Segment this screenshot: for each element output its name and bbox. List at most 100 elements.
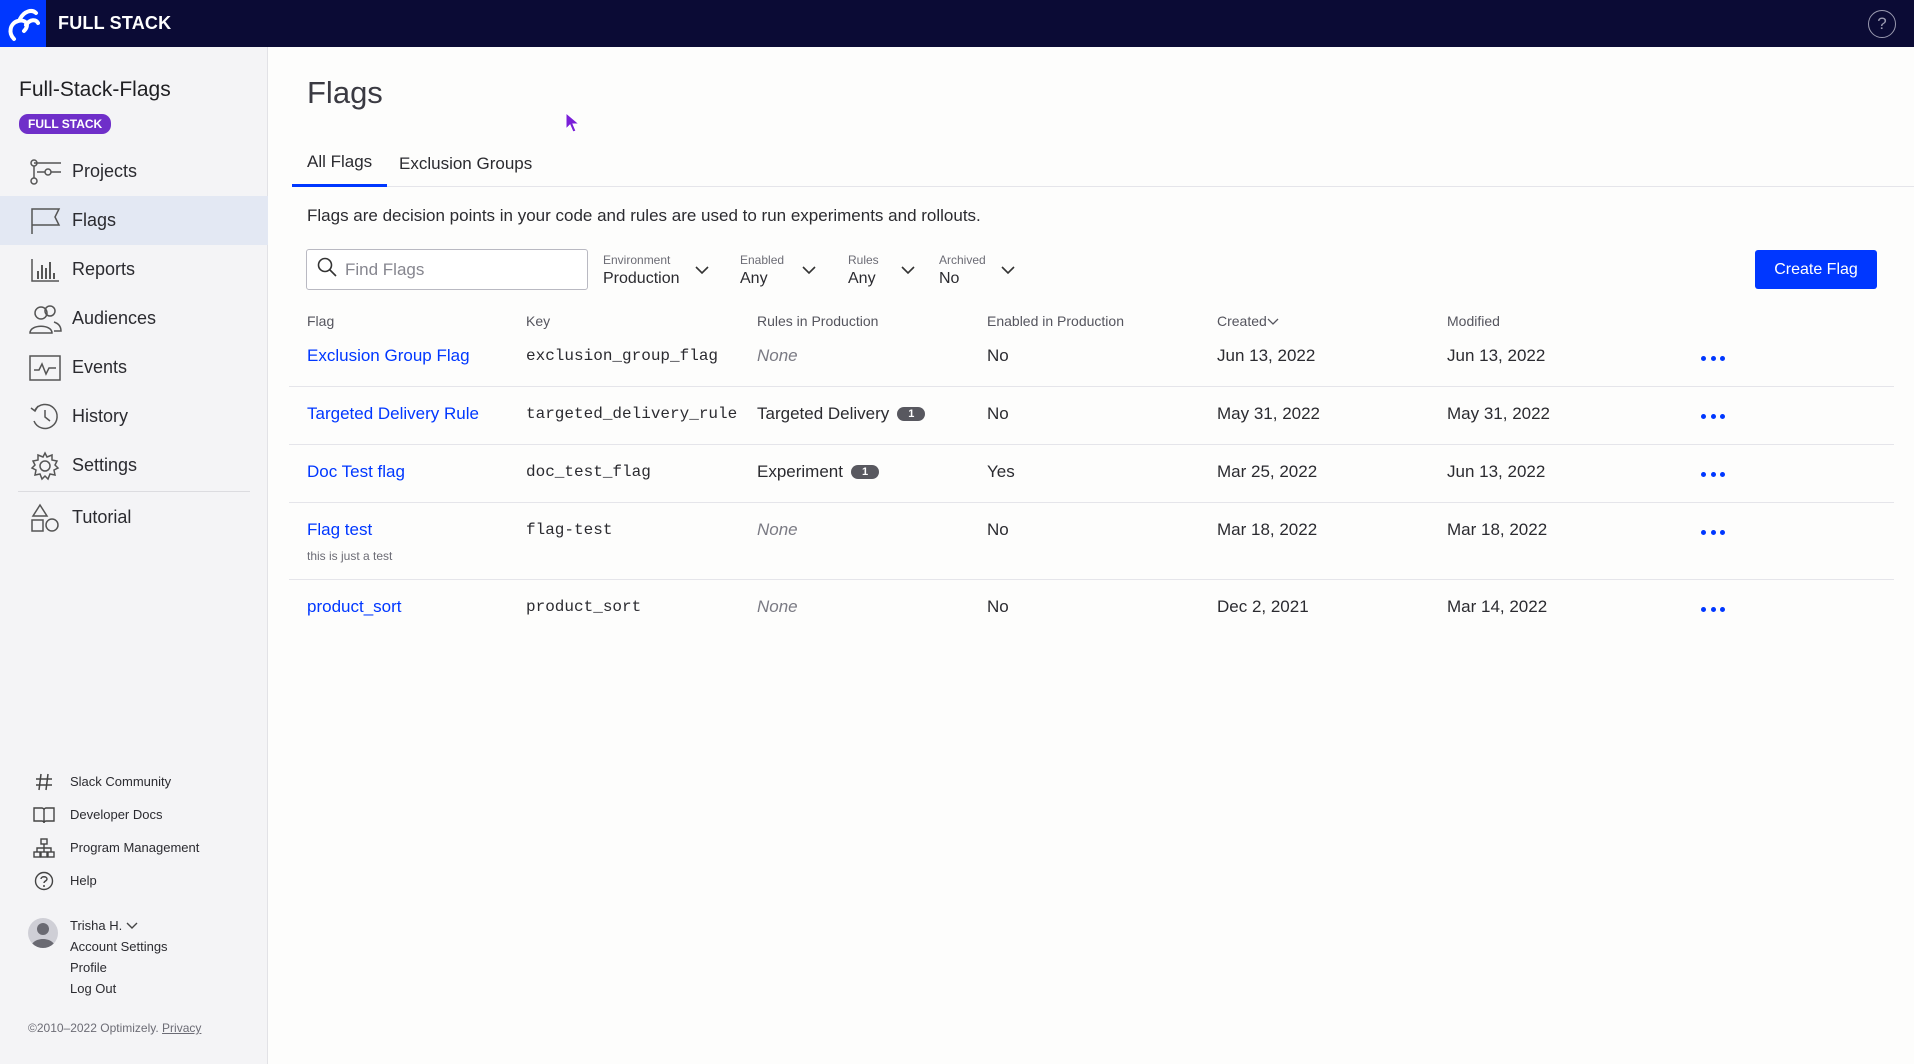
sidebar-item-flags[interactable]: Flags bbox=[0, 196, 268, 245]
developer-docs-link[interactable]: Developer Docs bbox=[0, 798, 268, 831]
sidebar-item-label: Reports bbox=[72, 259, 136, 279]
sidebar-item-reports[interactable]: Reports bbox=[0, 245, 268, 294]
column-header-flag[interactable]: Flag bbox=[307, 313, 334, 329]
sidebar-item-label: Flags bbox=[72, 210, 117, 230]
copyright-text: ©2010–2022 Optimizely. bbox=[28, 1021, 159, 1035]
created-date: Jun 13, 2022 bbox=[1217, 346, 1316, 365]
column-header-enabled[interactable]: Enabled in Production bbox=[987, 313, 1124, 329]
table-row: Exclusion Group Flag exclusion_group_fla… bbox=[289, 329, 1894, 387]
privacy-link[interactable]: Privacy bbox=[162, 1021, 201, 1035]
create-flag-button[interactable]: Create Flag bbox=[1755, 250, 1877, 289]
created-date: May 31, 2022 bbox=[1217, 404, 1321, 423]
column-header-key[interactable]: Key bbox=[526, 313, 550, 329]
flag-key: targeted_delivery_rule bbox=[526, 405, 738, 423]
modified-date: May 31, 2022 bbox=[1447, 404, 1551, 423]
column-header-modified[interactable]: Modified bbox=[1447, 313, 1500, 329]
rules-value: Targeted Delivery 1 bbox=[757, 404, 926, 424]
search-input[interactable] bbox=[345, 259, 575, 280]
sidebar-item-label: Settings bbox=[72, 455, 138, 475]
events-icon bbox=[28, 353, 62, 383]
project-name[interactable]: Full-Stack-Flags bbox=[19, 78, 171, 102]
mouse-cursor-icon bbox=[565, 111, 581, 139]
brand-name: FULL STACK bbox=[58, 13, 172, 33]
page-title: Flags bbox=[307, 75, 383, 110]
program-management-link[interactable]: Program Management bbox=[0, 831, 268, 864]
chevron-down-icon bbox=[900, 262, 916, 280]
link-label: Program Management bbox=[70, 840, 200, 855]
hash-icon bbox=[32, 773, 56, 791]
more-actions-icon[interactable] bbox=[1701, 602, 1725, 616]
filter-value: Any bbox=[848, 270, 876, 287]
rule-type: Targeted Delivery bbox=[757, 404, 890, 423]
environment-filter[interactable]: Environment Production bbox=[603, 251, 710, 291]
tab-all-flags[interactable]: All Flags bbox=[292, 140, 388, 187]
rules-filter[interactable]: Rules Any bbox=[848, 251, 916, 291]
audiences-icon bbox=[28, 304, 62, 334]
history-icon bbox=[28, 402, 62, 432]
modified-date: Jun 13, 2022 bbox=[1447, 462, 1546, 481]
sidebar-nav: Projects Flags Reports Audiences Events bbox=[0, 147, 268, 542]
org-chart-icon bbox=[32, 837, 56, 858]
sidebar-item-label: Audiences bbox=[72, 308, 157, 328]
tab-exclusion-groups[interactable]: Exclusion Groups bbox=[384, 140, 547, 187]
filter-value: Any bbox=[740, 270, 768, 287]
more-actions-icon[interactable] bbox=[1701, 409, 1725, 423]
sidebar-item-events[interactable]: Events bbox=[0, 343, 268, 392]
created-date: Mar 25, 2022 bbox=[1217, 462, 1318, 481]
filter-label: Enabled bbox=[740, 253, 785, 267]
avatar[interactable] bbox=[28, 918, 58, 948]
more-actions-icon[interactable] bbox=[1701, 525, 1725, 539]
sort-chevron-icon bbox=[1267, 313, 1279, 329]
optimizely-logo-icon[interactable] bbox=[0, 0, 46, 47]
enabled-value: No bbox=[987, 346, 1009, 365]
chevron-down-icon bbox=[126, 918, 138, 933]
more-actions-icon[interactable] bbox=[1701, 467, 1725, 481]
sidebar-item-label: Events bbox=[72, 357, 128, 377]
table-row: Doc Test flag doc_test_flag Experiment 1 … bbox=[289, 445, 1894, 503]
table-row: product_sort product_sort None No Dec 2,… bbox=[289, 580, 1894, 638]
link-label: Developer Docs bbox=[70, 807, 163, 822]
sidebar-item-projects[interactable]: Projects bbox=[0, 147, 268, 196]
more-actions-icon[interactable] bbox=[1701, 351, 1725, 365]
flag-name-link[interactable]: Flag test bbox=[307, 520, 372, 540]
slack-community-link[interactable]: Slack Community bbox=[0, 765, 268, 798]
projects-icon bbox=[28, 157, 62, 187]
sidebar-item-settings[interactable]: Settings bbox=[0, 441, 268, 490]
project-badge: FULL STACK bbox=[19, 114, 112, 134]
flag-description: this is just a test bbox=[307, 549, 393, 563]
top-bar: FULL STACK ? bbox=[0, 0, 1914, 47]
sidebar-item-tutorial[interactable]: Tutorial bbox=[0, 493, 268, 542]
flag-name-link[interactable]: product_sort bbox=[307, 597, 402, 617]
column-header-created[interactable]: Created bbox=[1217, 313, 1279, 329]
account-settings-link[interactable]: Account Settings bbox=[70, 936, 168, 957]
search-box[interactable] bbox=[306, 249, 588, 290]
enabled-value: No bbox=[987, 597, 1009, 616]
chevron-down-icon bbox=[1000, 262, 1016, 280]
search-icon bbox=[317, 257, 337, 282]
rule-count-badge: 1 bbox=[850, 465, 880, 479]
user-name[interactable]: Trisha H. bbox=[70, 915, 168, 936]
modified-date: Mar 18, 2022 bbox=[1447, 520, 1548, 539]
flag-key: exclusion_group_flag bbox=[526, 347, 719, 365]
sidebar-item-audiences[interactable]: Audiences bbox=[0, 294, 268, 343]
flag-name-link[interactable]: Targeted Delivery Rule bbox=[307, 404, 479, 424]
flag-key: flag-test bbox=[526, 521, 613, 539]
sidebar-item-history[interactable]: History bbox=[0, 392, 268, 441]
archived-filter[interactable]: Archived No bbox=[939, 251, 1016, 291]
rules-value: None bbox=[757, 520, 798, 539]
help-link[interactable]: Help bbox=[0, 864, 268, 897]
flag-icon bbox=[28, 206, 62, 236]
filter-label: Rules bbox=[848, 253, 879, 267]
flag-name-link[interactable]: Doc Test flag bbox=[307, 462, 405, 482]
question-circle-icon[interactable]: ? bbox=[1868, 10, 1896, 38]
flag-key: doc_test_flag bbox=[526, 463, 651, 481]
book-icon bbox=[32, 806, 56, 824]
table-row: Targeted Delivery Rule targeted_delivery… bbox=[289, 387, 1894, 445]
logout-link[interactable]: Log Out bbox=[70, 978, 168, 999]
enabled-value: No bbox=[987, 520, 1009, 539]
flag-name-link[interactable]: Exclusion Group Flag bbox=[307, 346, 470, 366]
flag-key: product_sort bbox=[526, 598, 642, 616]
profile-link[interactable]: Profile bbox=[70, 957, 168, 978]
enabled-filter[interactable]: Enabled Any bbox=[740, 251, 817, 291]
column-header-rules[interactable]: Rules in Production bbox=[757, 313, 878, 329]
